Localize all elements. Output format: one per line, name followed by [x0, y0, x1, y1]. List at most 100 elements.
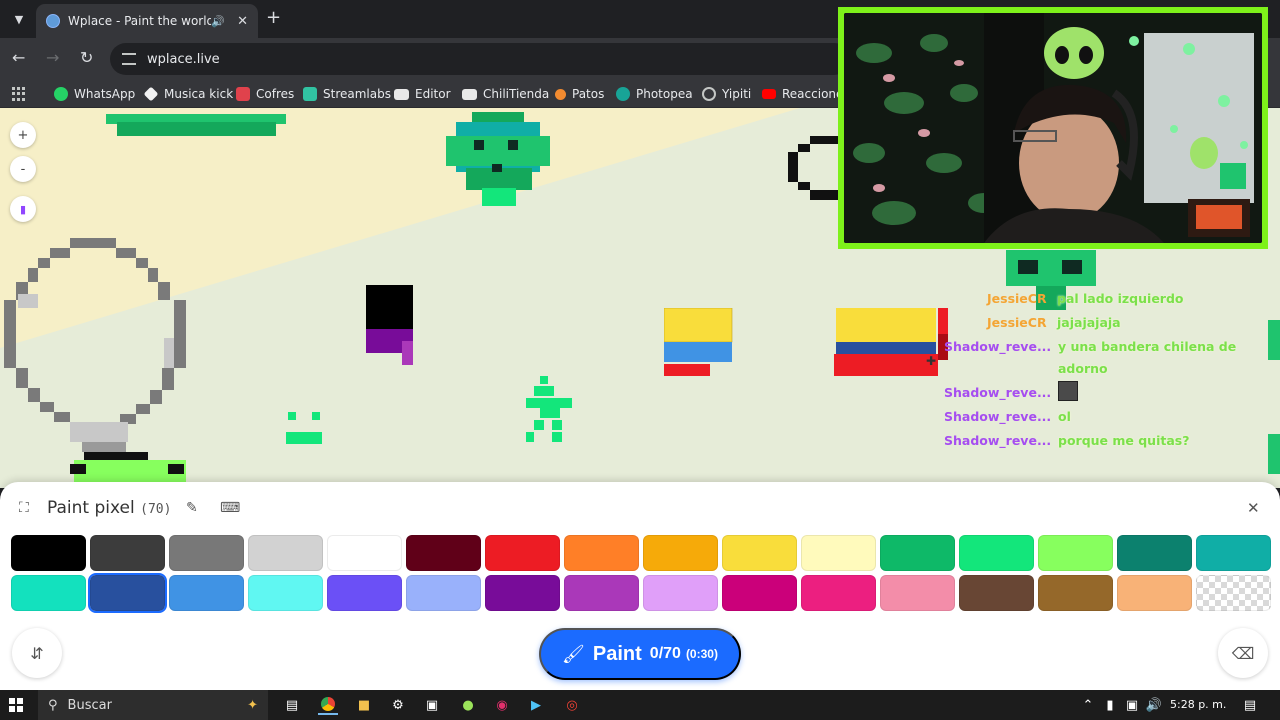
close-tab-icon[interactable]: ✕	[237, 14, 248, 29]
task-view-icon[interactable]: ▤	[282, 695, 302, 715]
paint-label: Paint	[592, 642, 642, 665]
app-icon-4[interactable]: ◎	[562, 695, 582, 715]
new-tab-button[interactable]: +	[266, 8, 281, 28]
search-placeholder: Buscar	[67, 697, 112, 713]
chat-text: jajajajaja	[1057, 315, 1121, 330]
bookmark-reacciones[interactable]: Reacciones	[762, 85, 850, 103]
chrome-icon[interactable]	[318, 695, 338, 715]
color-swatch[interactable]	[327, 575, 402, 611]
chat-username: JessieCR	[987, 315, 1047, 330]
paint-button[interactable]: 🖌 Paint 0/70 (0:30)	[539, 628, 741, 680]
color-swatch[interactable]	[959, 575, 1034, 611]
zoom-in-button[interactable]: +	[10, 122, 36, 148]
color-swatch[interactable]	[485, 535, 560, 571]
close-panel-icon[interactable]: ✕	[1247, 499, 1260, 517]
color-swatch[interactable]	[564, 575, 639, 611]
color-swatch[interactable]	[1196, 535, 1271, 571]
color-swatch[interactable]	[485, 575, 560, 611]
store-icon[interactable]: ▣	[422, 695, 442, 715]
forward-arrow-icon[interactable]: →	[46, 48, 59, 68]
expand-toggle-icon[interactable]: ⇵	[12, 628, 62, 678]
color-swatch[interactable]	[801, 535, 876, 571]
instagram-icon[interactable]: ◉	[492, 695, 512, 715]
show-hidden-icons-icon[interactable]: ⌃	[1078, 695, 1098, 715]
color-swatch[interactable]	[90, 535, 165, 571]
file-explorer-icon[interactable]: ■	[354, 695, 374, 715]
color-swatch[interactable]	[1038, 575, 1113, 611]
color-swatch[interactable]	[406, 575, 481, 611]
clock[interactable]: 5:28 p. m.	[1170, 698, 1226, 711]
bookmark-yipiti[interactable]: Yipiti	[702, 85, 751, 103]
color-swatch[interactable]	[1117, 535, 1192, 571]
bookmark-whatsapp[interactable]: WhatsApp	[54, 85, 135, 103]
color-swatch[interactable]	[801, 575, 876, 611]
color-swatch[interactable]	[11, 535, 86, 571]
windows-start-icon[interactable]	[6, 695, 26, 715]
color-swatch[interactable]	[959, 535, 1034, 571]
color-swatch[interactable]	[880, 535, 955, 571]
microphone-icon[interactable]: ▮	[1100, 695, 1120, 715]
network-icon[interactable]: ▣	[1122, 695, 1142, 715]
chat-text: y una bandera chilena de	[1058, 339, 1237, 354]
zoom-out-button[interactable]: -	[10, 156, 36, 182]
keyboard-icon[interactable]: ⌨	[220, 500, 240, 516]
tab-wplace[interactable]: Wplace - Paint the world 🔊 ✕	[36, 4, 258, 38]
fullscreen-icon[interactable]: ⛶	[19, 500, 29, 516]
photopea-icon	[616, 87, 630, 101]
tab-search-chevron-icon[interactable]: ▼	[8, 8, 30, 30]
color-swatch[interactable]	[169, 535, 244, 571]
chat-text: pal lado izquierdo	[1057, 291, 1184, 306]
color-swatch[interactable]	[1038, 535, 1113, 571]
bookmark-patos[interactable]: Patos	[555, 85, 604, 103]
webcam-scene-image	[844, 13, 1262, 243]
bookmark-streamlabs[interactable]: Streamlabs	[303, 85, 391, 103]
crosshair-cursor-icon: ✚	[926, 354, 937, 368]
taskbar-search-box[interactable]: ⚲ Buscar ✦	[38, 690, 268, 720]
color-swatch-transparent[interactable]	[1196, 575, 1271, 611]
color-swatch[interactable]	[11, 575, 86, 611]
color-swatch[interactable]	[722, 535, 797, 571]
color-swatch[interactable]	[643, 535, 718, 571]
color-swatch[interactable]	[722, 575, 797, 611]
bookmark-editor[interactable]: Editor	[394, 85, 451, 103]
windows-taskbar: ⚲ Buscar ✦ ▤ ■ ⚙ ▣ ● ◉ ▶ ◎ ⌃ ▮ ▣ 🔊 5:28 …	[0, 690, 1280, 720]
app-icon[interactable]: ⚙	[388, 695, 408, 715]
color-swatch[interactable]	[88, 573, 167, 613]
speaker-icon[interactable]: 🔊	[211, 15, 225, 28]
app-icon-2[interactable]: ●	[458, 695, 478, 715]
pixel-art-edge	[1268, 320, 1280, 360]
app-icon-3[interactable]: ▶	[526, 695, 546, 715]
reload-icon[interactable]: ↻	[80, 48, 93, 68]
color-swatch[interactable]	[248, 535, 323, 571]
apps-grid-icon[interactable]	[12, 87, 26, 101]
color-swatch[interactable]	[327, 535, 402, 571]
twitch-icon[interactable]: ▮	[10, 196, 36, 222]
color-swatch[interactable]	[880, 575, 955, 611]
bookmark-chilitienda[interactable]: ChiliTienda	[462, 85, 549, 103]
eraser-icon[interactable]: ⌫	[1218, 628, 1268, 678]
paint-panel: ⛶ Paint pixel (70) ✎ ⌨ ✕ ⇵ 🖌 Paint 0/70 …	[0, 482, 1280, 690]
chest-icon	[236, 87, 250, 101]
site-settings-icon[interactable]	[122, 53, 136, 65]
url-field[interactable]: wplace.live	[110, 43, 850, 75]
color-swatch[interactable]	[248, 575, 323, 611]
bookmark-cofres[interactable]: Cofres	[236, 85, 294, 103]
color-swatch[interactable]	[169, 575, 244, 611]
chat-username: JessieCR	[987, 291, 1047, 306]
color-swatch[interactable]	[564, 535, 639, 571]
eyedropper-icon[interactable]: ✎	[186, 500, 198, 516]
whatsapp-icon	[54, 87, 68, 101]
color-swatch[interactable]	[1117, 575, 1192, 611]
bookmark-musica-kick[interactable]: Musica kick	[143, 85, 233, 103]
back-arrow-icon[interactable]: ←	[12, 48, 25, 68]
bookmark-label: Photopea	[636, 87, 693, 101]
duck-icon	[555, 88, 566, 100]
color-swatch[interactable]	[406, 535, 481, 571]
pixel-art-green-bar-shade	[117, 122, 276, 136]
notifications-icon[interactable]: ▤	[1240, 695, 1260, 715]
bookmark-photopea[interactable]: Photopea	[616, 85, 693, 103]
openai-icon	[702, 87, 716, 101]
globe-icon	[46, 14, 60, 28]
volume-icon[interactable]: 🔊	[1144, 695, 1164, 715]
color-swatch[interactable]	[643, 575, 718, 611]
